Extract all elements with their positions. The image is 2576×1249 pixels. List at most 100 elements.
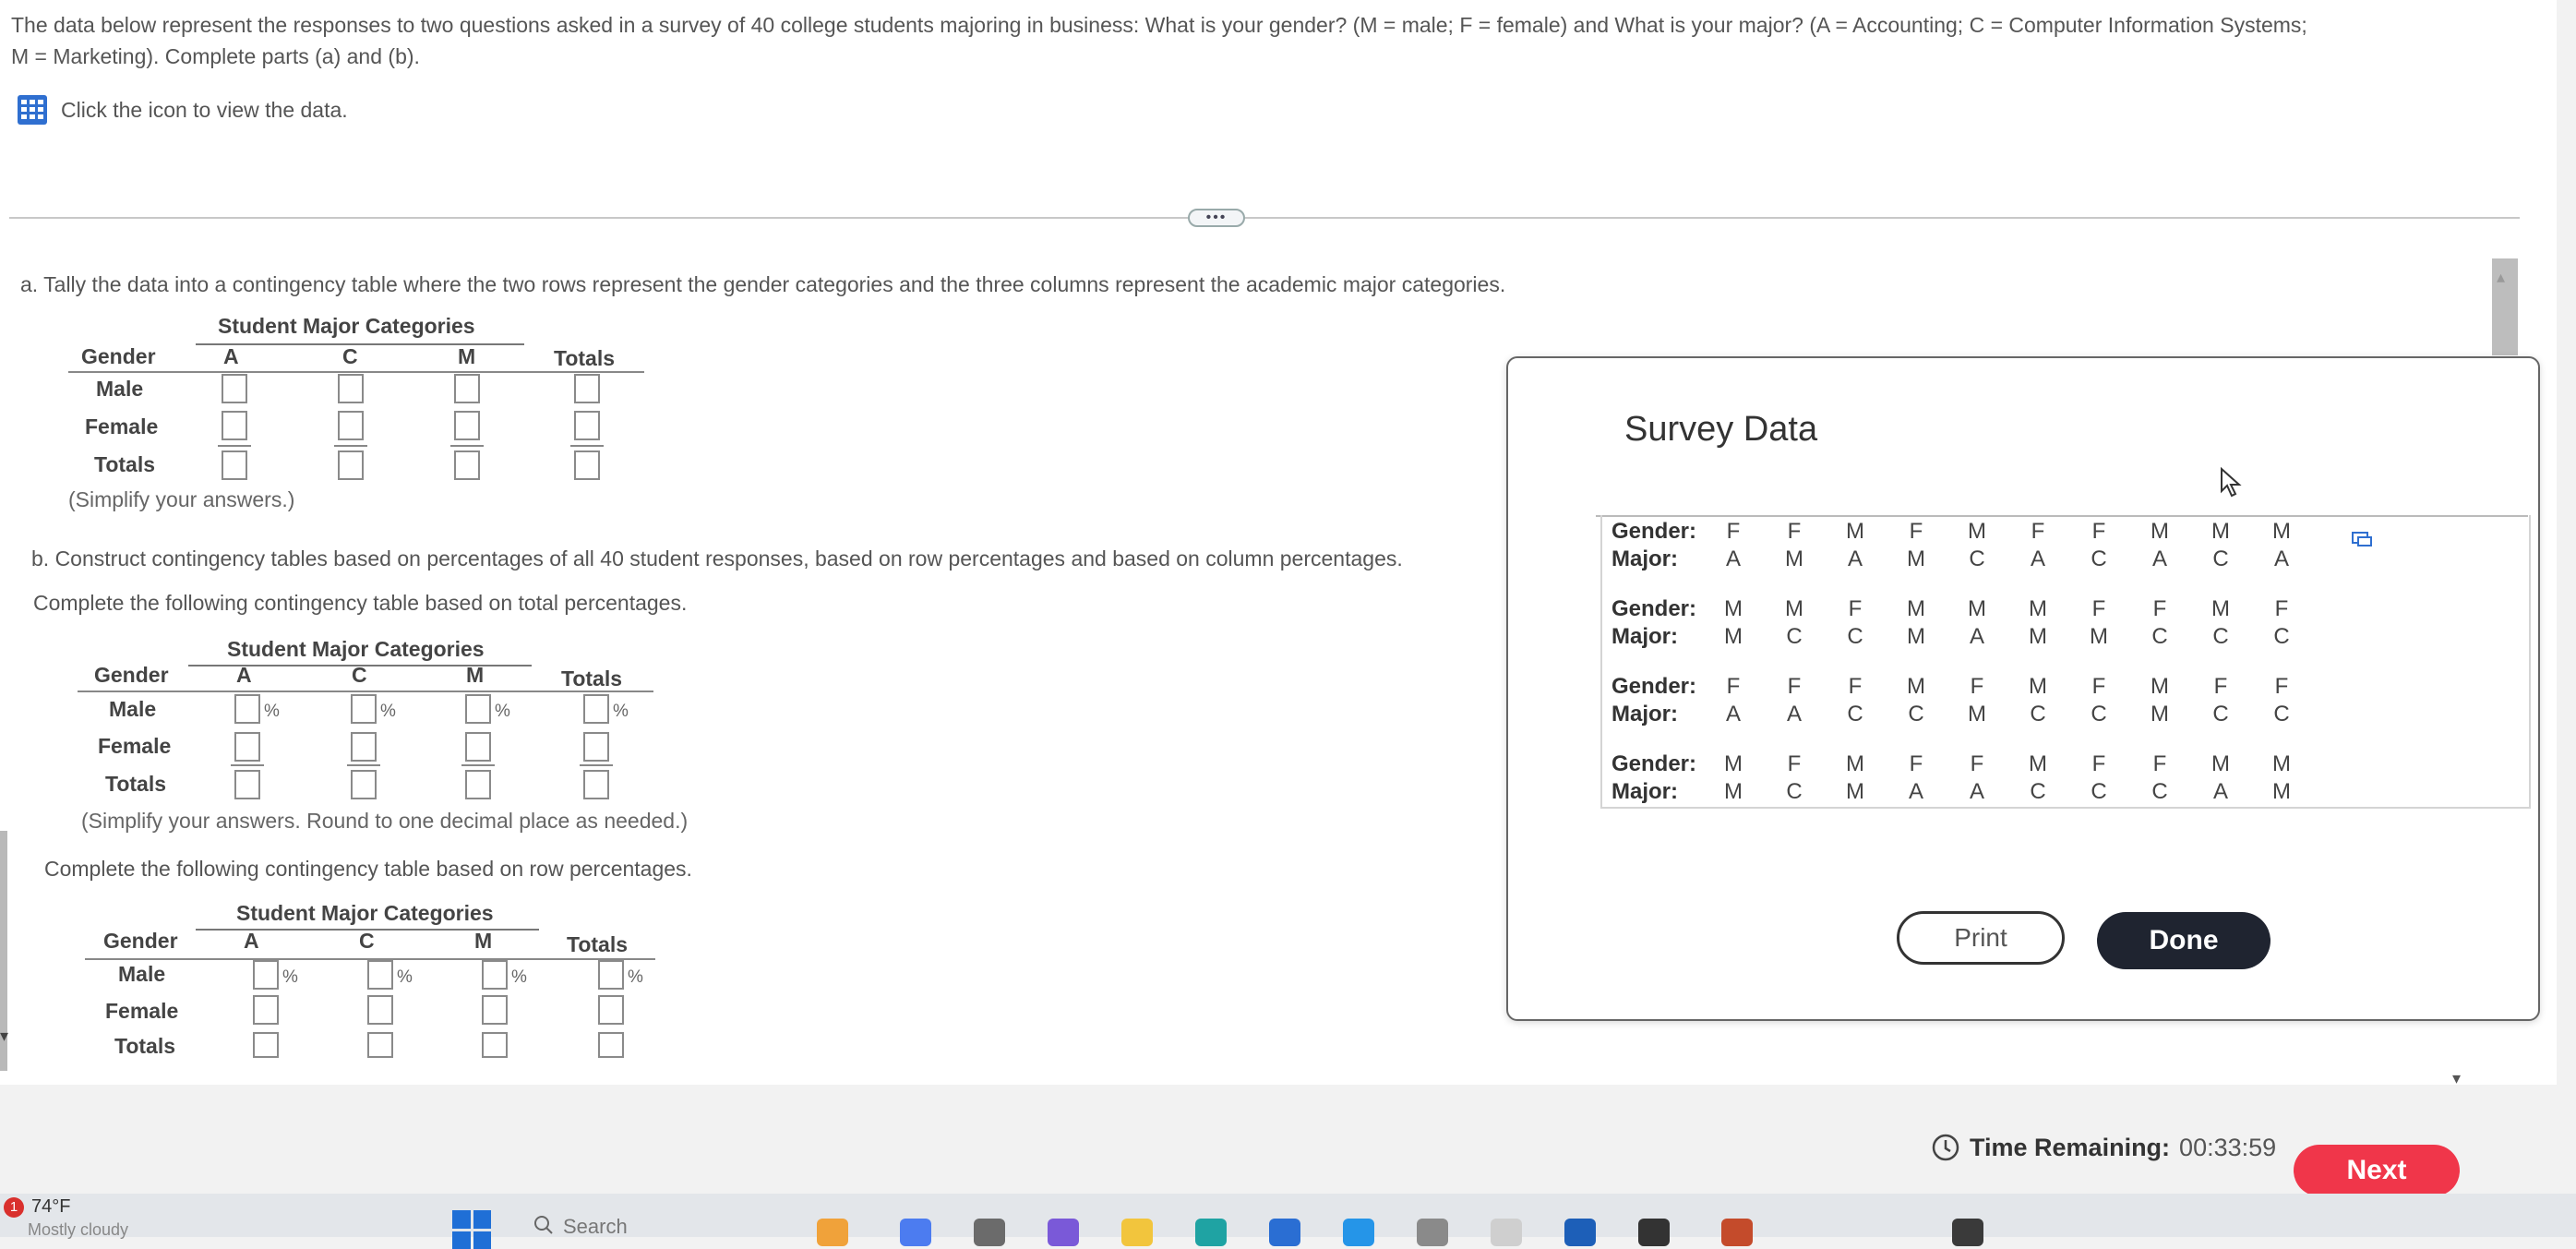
- app-icon[interactable]: [1721, 1219, 1753, 1246]
- answer-box[interactable]: [583, 732, 609, 762]
- gender-value: F: [1848, 596, 1863, 621]
- answer-box[interactable]: [222, 450, 247, 480]
- taskbar-search[interactable]: Search: [533, 1215, 628, 1239]
- app-icon[interactable]: [1564, 1219, 1596, 1246]
- answer-box[interactable]: [482, 1032, 508, 1058]
- major-value: C: [2091, 702, 2107, 727]
- edge-icon[interactable]: [1195, 1219, 1227, 1246]
- answer-box[interactable]: [222, 374, 247, 403]
- col-header-c: C: [352, 663, 367, 687]
- major-value: C: [1847, 702, 1863, 727]
- col-header-a: A: [223, 344, 239, 368]
- gender-value: M: [1907, 596, 1925, 621]
- gender-value: M: [1968, 596, 1986, 621]
- answer-box[interactable]: [234, 732, 260, 762]
- totals-header: Totals: [561, 667, 623, 691]
- gender-value: M: [2029, 751, 2047, 776]
- major-value: C: [2030, 779, 2046, 804]
- app-icon[interactable]: [1343, 1219, 1374, 1246]
- answer-box[interactable]: [465, 770, 491, 799]
- scroll-up-arrow-icon[interactable]: ▴: [2497, 268, 2505, 287]
- major-value: C: [1969, 546, 1985, 571]
- answer-box[interactable]: [351, 732, 377, 762]
- answer-box[interactable]: [465, 732, 491, 762]
- gender-value: M: [2151, 519, 2169, 544]
- answer-box[interactable]: [574, 411, 600, 440]
- gender-value: M: [1724, 596, 1743, 621]
- app-icon[interactable]: [1952, 1219, 1983, 1246]
- answer-box[interactable]: [482, 960, 508, 990]
- app-icon[interactable]: [1269, 1219, 1300, 1246]
- gender-label: Gender:: [1611, 519, 1697, 544]
- gender-value: F: [2152, 751, 2167, 776]
- copy-data-icon[interactable]: [2351, 530, 2373, 548]
- app-icon[interactable]: [1638, 1219, 1670, 1246]
- table-grid-icon[interactable]: [17, 94, 48, 126]
- print-button[interactable]: Print: [1897, 911, 2065, 965]
- view-data-link[interactable]: Click the icon to view the data.: [17, 94, 348, 126]
- answer-box[interactable]: [583, 770, 609, 799]
- answer-box[interactable]: [338, 450, 364, 480]
- windows-start-icon[interactable]: [452, 1210, 491, 1249]
- teams-icon[interactable]: [1048, 1219, 1079, 1246]
- major-value: A: [1847, 546, 1863, 571]
- answer-box[interactable]: [222, 411, 247, 440]
- app-icon[interactable]: [900, 1219, 931, 1246]
- gender-value: F: [2091, 751, 2106, 776]
- answer-box[interactable]: [583, 694, 609, 724]
- answer-box[interactable]: [598, 1032, 624, 1058]
- row-label-male: Male: [96, 377, 144, 401]
- answer-box[interactable]: [465, 694, 491, 724]
- view-data-label[interactable]: Click the icon to view the data.: [61, 98, 348, 123]
- divider-drag-handle[interactable]: •••: [1188, 209, 1245, 227]
- answer-box[interactable]: [574, 374, 600, 403]
- major-value: M: [1724, 779, 1743, 804]
- answer-box[interactable]: [367, 960, 393, 990]
- mouse-cursor-icon: [2221, 467, 2242, 498]
- answer-box[interactable]: [253, 995, 279, 1025]
- app-icon[interactable]: [1417, 1219, 1448, 1246]
- pen-app-icon[interactable]: [817, 1219, 848, 1246]
- app-icon[interactable]: [974, 1219, 1005, 1246]
- row-label-totals: Totals: [94, 452, 156, 476]
- app-icon[interactable]: [1491, 1219, 1522, 1246]
- problem-statement: The data below represent the responses t…: [11, 9, 2522, 72]
- answer-box[interactable]: [454, 411, 480, 440]
- answer-box[interactable]: [234, 770, 260, 799]
- scroll-down-arrow-icon[interactable]: ▾: [2452, 1069, 2461, 1088]
- answer-box[interactable]: [253, 960, 279, 990]
- answer-box[interactable]: [598, 995, 624, 1025]
- row-label-female: Female: [98, 734, 172, 758]
- answer-box[interactable]: [338, 374, 364, 403]
- answer-box[interactable]: [454, 450, 480, 480]
- col-header-c: C: [342, 344, 358, 368]
- gender-value: F: [1726, 674, 1741, 699]
- answer-box[interactable]: [351, 770, 377, 799]
- answer-box[interactable]: [367, 995, 393, 1025]
- answer-box[interactable]: [598, 960, 624, 990]
- gender-value: F: [2152, 596, 2167, 621]
- survey-data-table: Gender: Major: FAFMMAFMMCFAFCMAMCMA Gend…: [1600, 515, 2531, 809]
- answer-box[interactable]: [574, 450, 600, 480]
- major-label: Major:: [1611, 624, 1678, 649]
- answer-box[interactable]: [253, 1032, 279, 1058]
- answer-box[interactable]: [234, 694, 260, 724]
- gender-value: F: [2091, 596, 2106, 621]
- answer-box[interactable]: [454, 374, 480, 403]
- next-button[interactable]: Next: [2294, 1145, 2460, 1196]
- gender-value: M: [1907, 674, 1925, 699]
- row-label-female: Female: [105, 999, 179, 1023]
- major-value: M: [2151, 702, 2169, 727]
- file-explorer-icon[interactable]: [1121, 1219, 1153, 1246]
- done-button[interactable]: Done: [2097, 912, 2270, 969]
- totals-header: Totals: [554, 346, 616, 370]
- answer-box[interactable]: [367, 1032, 393, 1058]
- answer-box[interactable]: [351, 694, 377, 724]
- answer-box[interactable]: [338, 411, 364, 440]
- table-caption: Student Major Categories: [236, 901, 494, 925]
- answer-box[interactable]: [482, 995, 508, 1025]
- major-label: Major:: [1611, 546, 1678, 571]
- scroll-down-arrow-icon[interactable]: ▾: [0, 1027, 8, 1046]
- weather-widget[interactable]: 1 74°F Mostly cloudy: [4, 1196, 128, 1239]
- major-value: A: [1908, 779, 1923, 804]
